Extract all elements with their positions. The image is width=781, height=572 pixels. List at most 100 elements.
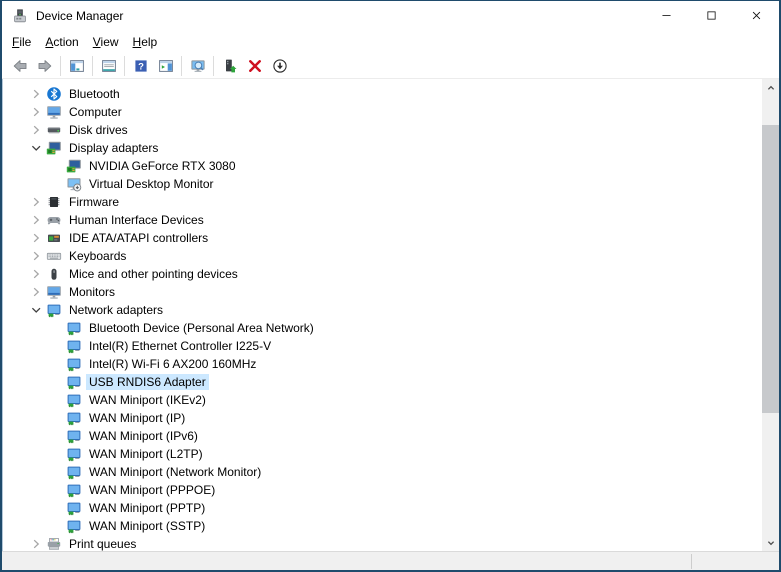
tree-item-label: WAN Miniport (SSTP) <box>89 519 206 533</box>
chevron-right-icon[interactable] <box>28 536 44 551</box>
toolbar <box>2 53 779 79</box>
tree-item[interactable]: Disk drives <box>2 121 779 139</box>
network-adapter-icon <box>66 374 82 390</box>
tree-item[interactable]: NVIDIA GeForce RTX 3080 <box>2 157 779 175</box>
tree-item[interactable]: Firmware <box>2 193 779 211</box>
tree-item[interactable]: IDE ATA/ATAPI controllers <box>2 229 779 247</box>
network-adapter-icon <box>66 518 82 534</box>
tree-item-label: Intel(R) Wi-Fi 6 AX200 160MHz <box>89 357 257 371</box>
display-adapter-icon <box>46 140 62 156</box>
tree-item[interactable]: Keyboards <box>2 247 779 265</box>
update-driver-button[interactable] <box>217 55 242 77</box>
tree-item[interactable]: Virtual Desktop Monitor <box>2 175 779 193</box>
menu-help[interactable]: Help <box>126 33 165 51</box>
show-action-pane-button[interactable] <box>153 55 178 77</box>
toolbar-separator <box>92 55 93 76</box>
printer-icon <box>46 536 62 551</box>
chevron-right-icon[interactable] <box>28 284 44 300</box>
scroll-up-button[interactable] <box>762 79 779 96</box>
chevron-right-icon[interactable] <box>28 266 44 282</box>
computer-icon <box>46 104 62 120</box>
tree-item-label: Firmware <box>69 195 119 209</box>
tree-item[interactable]: Intel(R) Ethernet Controller I225-V <box>2 337 779 355</box>
tree-item[interactable]: Intel(R) Wi-Fi 6 AX200 160MHz <box>2 355 779 373</box>
minimize-icon <box>660 9 673 22</box>
tree-item[interactable]: WAN Miniport (IPv6) <box>2 427 779 445</box>
menu-file[interactable]: File <box>5 33 38 51</box>
toolbar-separator <box>124 55 125 76</box>
tree-item[interactable]: WAN Miniport (PPPOE) <box>2 481 779 499</box>
ide-controller-icon <box>46 230 62 246</box>
tree-item[interactable]: WAN Miniport (Network Monitor) <box>2 463 779 481</box>
minimize-button[interactable] <box>644 1 689 30</box>
menu-action[interactable]: Action <box>38 33 85 51</box>
back-button[interactable] <box>7 55 32 77</box>
tree-item-label: Monitors <box>69 285 116 299</box>
tree-item[interactable]: Monitors <box>2 283 779 301</box>
tree-item[interactable]: Mice and other pointing devices <box>2 265 779 283</box>
scrollbar-track[interactable] <box>762 96 779 534</box>
tree-item[interactable]: WAN Miniport (PPTP) <box>2 499 779 517</box>
tree-item-label: USB RNDIS6 Adapter <box>86 374 209 390</box>
show-console-tree-button[interactable] <box>64 55 89 77</box>
chevron-right-icon[interactable] <box>28 104 44 120</box>
chevron-right-icon[interactable] <box>28 86 44 102</box>
tree-item[interactable]: Bluetooth Device (Personal Area Network) <box>2 319 779 337</box>
chevron-right-icon[interactable] <box>28 194 44 210</box>
device-manager-window: Device Manager File Action View Help Blu… <box>0 0 781 572</box>
tree-item[interactable]: Display adapters <box>2 139 779 157</box>
tree-item-label: Intel(R) Ethernet Controller I225-V <box>89 339 272 353</box>
chevron-right-icon[interactable] <box>28 212 44 228</box>
scrollbar-thumb[interactable] <box>762 125 779 413</box>
help-button[interactable] <box>128 55 153 77</box>
tree-item-label: NVIDIA GeForce RTX 3080 <box>89 159 236 173</box>
chevron-right-icon[interactable] <box>28 230 44 246</box>
network-adapter-icon <box>66 320 82 336</box>
scan-hardware-changes-button[interactable] <box>185 55 210 77</box>
bluetooth-icon <box>46 86 62 102</box>
tree-item-label: Virtual Desktop Monitor <box>89 177 214 191</box>
tree-item[interactable]: Print queues <box>2 535 779 551</box>
chevron-right-icon[interactable] <box>28 248 44 264</box>
tree-item[interactable]: WAN Miniport (L2TP) <box>2 445 779 463</box>
uninstall-device-button[interactable] <box>242 55 267 77</box>
disable-device-button[interactable] <box>267 55 292 77</box>
tree-item-label: Human Interface Devices <box>69 213 204 227</box>
chevron-right-icon[interactable] <box>28 122 44 138</box>
close-button[interactable] <box>734 1 779 30</box>
chevron-down-icon[interactable] <box>28 302 44 318</box>
tree-item-label: Mice and other pointing devices <box>69 267 238 281</box>
network-adapter-icon <box>66 392 82 408</box>
network-adapter-icon <box>66 338 82 354</box>
chevron-down-icon[interactable] <box>28 140 44 156</box>
tree-item[interactable]: Bluetooth <box>2 85 779 103</box>
network-adapter-icon <box>66 356 82 372</box>
tree-item[interactable]: WAN Miniport (IKEv2) <box>2 391 779 409</box>
tree-item[interactable]: WAN Miniport (IP) <box>2 409 779 427</box>
chevron-up-icon <box>765 82 777 94</box>
tree-item[interactable]: Network adapters <box>2 301 779 319</box>
close-icon <box>750 9 763 22</box>
properties-button[interactable] <box>96 55 121 77</box>
tree-item-label: Bluetooth <box>69 87 120 101</box>
menu-view[interactable]: View <box>86 33 126 51</box>
tree-item[interactable]: Human Interface Devices <box>2 211 779 229</box>
menubar: File Action View Help <box>2 30 779 53</box>
network-adapter-icon <box>66 500 82 516</box>
chevron-down-icon <box>765 537 777 549</box>
scroll-down-button[interactable] <box>762 534 779 551</box>
titlebar: Device Manager <box>2 1 779 30</box>
window-controls <box>644 1 779 30</box>
maximize-button[interactable] <box>689 1 734 30</box>
tree-item[interactable]: USB RNDIS6 Adapter <box>2 373 779 391</box>
forward-button[interactable] <box>32 55 57 77</box>
tree-item[interactable]: WAN Miniport (SSTP) <box>2 517 779 535</box>
tree-item-label: WAN Miniport (Network Monitor) <box>89 465 262 479</box>
tree-item[interactable]: Computer <box>2 103 779 121</box>
